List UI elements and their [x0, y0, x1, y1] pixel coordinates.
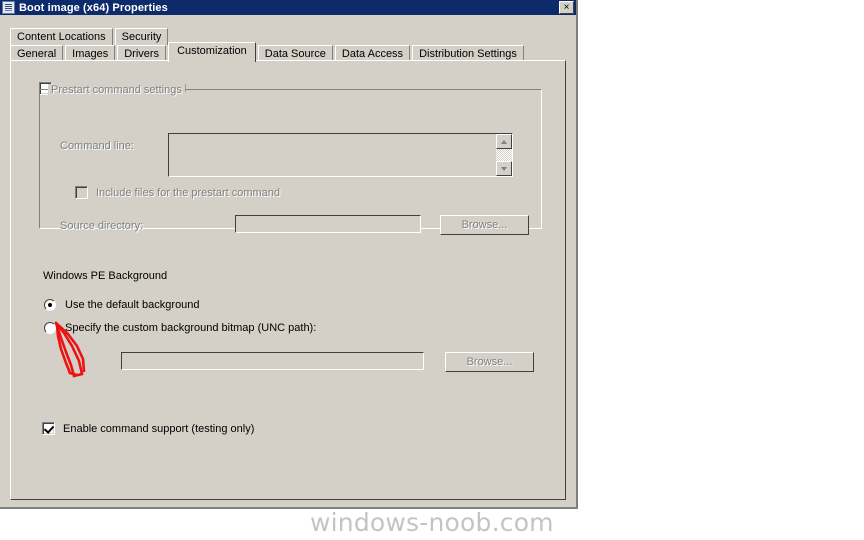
- command-line-textbox[interactable]: [168, 133, 513, 177]
- prestart-command-settings-group: Prestart command settings Command line: …: [39, 84, 542, 235]
- specify-custom-bitmap-row[interactable]: Specify the custom background bitmap (UN…: [44, 322, 316, 334]
- prestart-command-settings-title: Prestart command settings: [48, 84, 185, 96]
- window-title: Boot image (x64) Properties: [19, 1, 168, 14]
- tab-content-locations[interactable]: Content Locations: [10, 28, 113, 45]
- custom-bitmap-path-textbox[interactable]: [121, 352, 424, 370]
- enable-command-support-checkbox[interactable]: [42, 422, 55, 435]
- enable-command-support-row[interactable]: Enable command support (testing only): [42, 422, 254, 435]
- customization-tab-panel: Enable prestart command Prestart command…: [10, 60, 566, 500]
- title-bar: Boot image (x64) Properties ×: [0, 0, 576, 15]
- use-default-background-radio[interactable]: [44, 299, 56, 311]
- enable-command-support-label: Enable command support (testing only): [63, 422, 255, 435]
- tab-strip: Content Locations Security General Image…: [10, 27, 566, 62]
- custom-bitmap-browse-button[interactable]: Browse...: [445, 352, 534, 372]
- command-line-label: Command line:: [60, 140, 134, 152]
- command-line-scrollbar[interactable]: [496, 134, 512, 176]
- source-directory-textbox[interactable]: [235, 215, 421, 233]
- source-directory-label: Source directory:: [60, 220, 144, 232]
- specify-custom-bitmap-label: Specify the custom background bitmap (UN…: [65, 322, 317, 334]
- include-files-checkbox[interactable]: [75, 186, 88, 199]
- properties-dialog: Boot image (x64) Properties × Content Lo…: [0, 0, 578, 509]
- tab-customization[interactable]: Customization: [168, 42, 256, 62]
- use-default-background-label: Use the default background: [65, 299, 200, 311]
- windows-pe-background-heading: Windows PE Background: [43, 270, 168, 282]
- scroll-down-arrow-icon[interactable]: [496, 161, 512, 176]
- include-files-label: Include files for the prestart command: [96, 186, 281, 199]
- tab-security[interactable]: Security: [114, 28, 169, 45]
- specify-custom-bitmap-radio[interactable]: [44, 322, 56, 334]
- source-directory-browse-button[interactable]: Browse...: [440, 215, 529, 235]
- close-button[interactable]: ×: [559, 1, 574, 14]
- include-files-row[interactable]: Include files for the prestart command: [75, 186, 280, 199]
- scroll-up-arrow-icon[interactable]: [496, 134, 512, 149]
- watermark-text: windows-noob.com: [310, 508, 554, 537]
- tab-row-upper: Content Locations Security: [10, 27, 170, 45]
- boot-image-icon: [2, 1, 15, 14]
- use-default-background-row[interactable]: Use the default background: [44, 299, 200, 311]
